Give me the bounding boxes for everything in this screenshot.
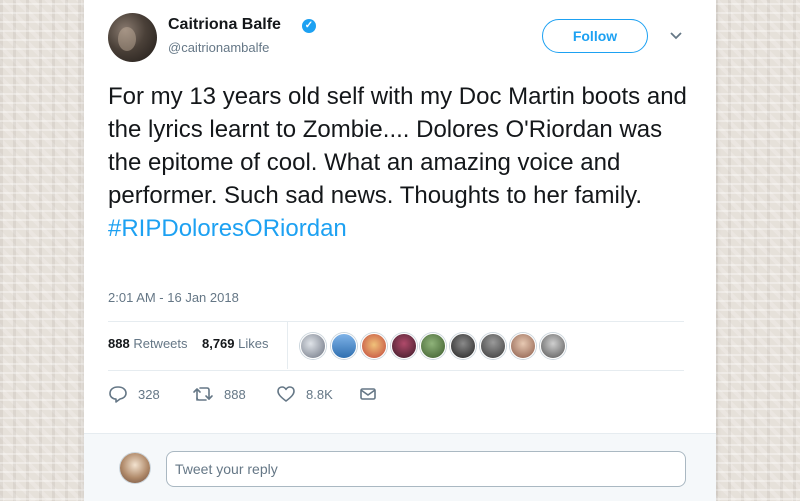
retweets-label: Retweets (133, 336, 188, 351)
liker-avatar[interactable] (480, 333, 506, 359)
tweet-text: For my 13 years old self with my Doc Mar… (108, 80, 698, 245)
heart-icon (277, 386, 295, 402)
likes-count: 8,769 (201, 336, 235, 351)
retweet-count: 888 (224, 386, 246, 402)
reply-input[interactable] (166, 451, 686, 487)
tweet-body: For my 13 years old self with my Doc Mar… (108, 83, 687, 209)
liker-avatar[interactable] (331, 333, 357, 359)
retweet-action[interactable]: 888 (192, 384, 246, 404)
follow-button[interactable]: Follow (542, 19, 648, 53)
reply-count: 328 (138, 386, 160, 402)
retweets-stat[interactable]: 888 Retweets (108, 336, 188, 351)
liker-avatar[interactable] (391, 333, 417, 359)
like-count: 8.8K (306, 386, 333, 402)
likes-stat[interactable]: 8,769 Likes (202, 336, 269, 351)
liker-avatar[interactable] (361, 333, 387, 359)
user-handle[interactable]: @caitrionambalfe (168, 40, 269, 55)
hashtag-link[interactable]: #RIPDoloresORiordan (108, 215, 347, 242)
liker-avatar[interactable] (450, 333, 476, 359)
likes-label: Likes (238, 336, 269, 351)
chevron-down-icon[interactable] (668, 30, 684, 42)
user-name[interactable]: Caitriona Balfe (168, 16, 281, 34)
reply-action[interactable]: 328 (108, 384, 160, 404)
divider (287, 322, 288, 369)
liker-avatar[interactable] (540, 333, 566, 359)
retweet-icon (193, 387, 213, 401)
reply-bar (84, 433, 716, 501)
liker-avatar[interactable] (420, 333, 446, 359)
liker-avatar[interactable] (300, 333, 326, 359)
tweet-stats: 888 Retweets 8,769 Likes (108, 336, 269, 351)
avatar[interactable] (108, 13, 157, 62)
timestamp[interactable]: 2:01 AM - 16 Jan 2018 (108, 290, 239, 305)
avatar (120, 453, 150, 483)
divider (108, 321, 684, 322)
like-action[interactable]: 8.8K (276, 384, 333, 404)
retweets-count: 888 (108, 336, 130, 351)
verified-check-icon: ✓ (302, 19, 316, 33)
divider (108, 370, 684, 371)
reply-icon (109, 386, 127, 403)
message-action[interactable] (358, 384, 378, 404)
liker-avatar[interactable] (510, 333, 536, 359)
envelope-icon (360, 388, 376, 400)
tweet-card: Caitriona Balfe ✓ @caitrionambalfe Follo… (84, 0, 716, 501)
